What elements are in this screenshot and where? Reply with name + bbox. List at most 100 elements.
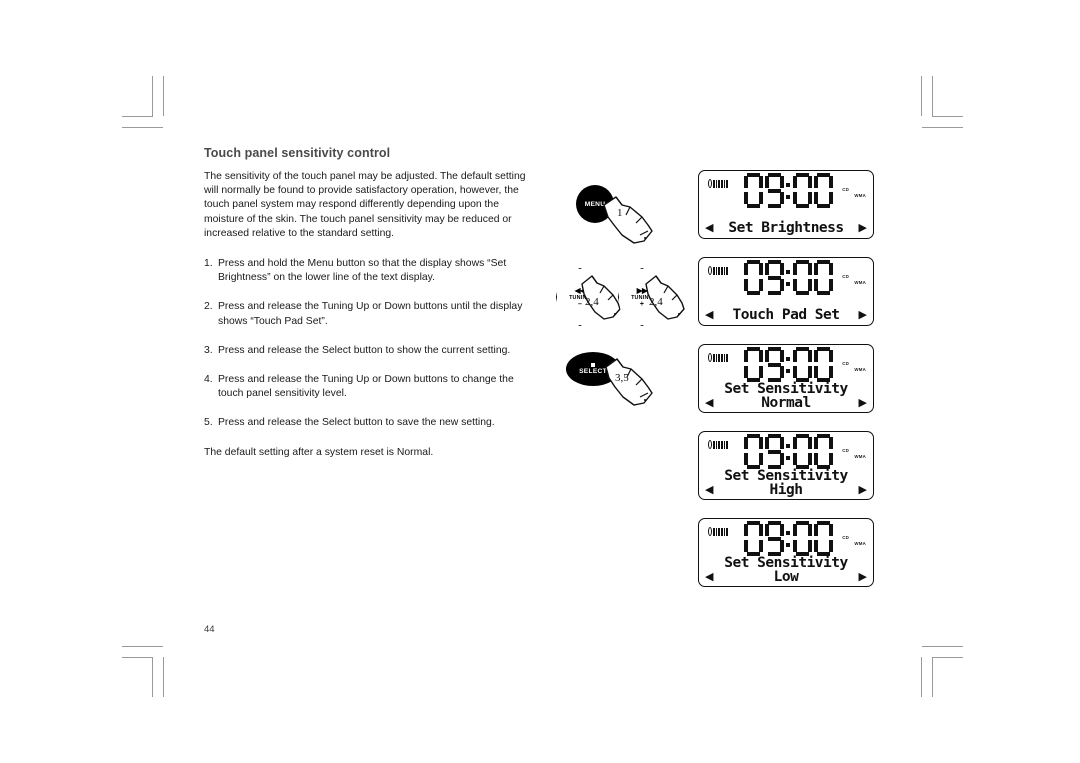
battery-icon	[708, 179, 729, 188]
crop-mark-line	[932, 657, 963, 658]
arrow-left-icon: ◀	[705, 484, 714, 496]
step-text: Press and release the Select button to s…	[218, 417, 495, 429]
arrow-right-icon: ▶	[858, 397, 867, 409]
crop-mark-line	[932, 657, 933, 697]
crop-mark-line	[152, 657, 153, 697]
lcd-text-line: ◀ Normal ▶	[704, 396, 868, 411]
page-number: 44	[204, 624, 215, 635]
wma-indicator: WMA	[854, 541, 866, 546]
stop-square-icon	[591, 363, 595, 367]
cd-indicator: CD	[842, 274, 849, 279]
lcd-panel: CD WMA Set Sensitivity ◀ Low ▶	[698, 518, 874, 587]
seg-digit-0	[793, 521, 812, 556]
arrow-right-icon: ▶	[858, 571, 867, 583]
crop-mark-line	[163, 76, 164, 116]
lcd-panel: CD WMA Set Sensitivity ◀ High ▶	[698, 431, 874, 500]
colon-icon	[785, 173, 792, 208]
arrow-left-icon: ◀	[705, 222, 714, 234]
seg-digit-0	[793, 434, 812, 469]
seg-digit-0	[814, 434, 833, 469]
seg-digit-0	[744, 260, 763, 295]
crop-mark-line	[122, 116, 153, 117]
tuning-down-step-label: 2,4	[585, 296, 599, 308]
page-title: Touch panel sensitivity control	[204, 146, 391, 160]
cd-indicator: CD	[842, 187, 849, 192]
lcd-text-area: Set Sensitivity ◀ High ▶	[699, 468, 873, 498]
arrow-right-icon: ▶	[858, 309, 867, 321]
seg-digit-0	[793, 260, 812, 295]
closing-note: The default setting after a system reset…	[204, 446, 434, 458]
step-item: 5. Press and release the Select button t…	[204, 416, 534, 430]
lcd-text-line: Set Sensitivity	[704, 381, 868, 396]
lcd-text-line: Set Sensitivity	[704, 555, 868, 570]
crop-mark-line	[932, 116, 963, 117]
arrow-left-icon: ◀	[705, 571, 714, 583]
step-number: 3.	[204, 344, 213, 356]
lcd-text-line: ◀ High ▶	[704, 483, 868, 498]
crop-mark-line	[922, 127, 963, 128]
step-text: Press and release the Tuning Up or Down …	[218, 301, 523, 327]
arrow-left-icon: ◀	[705, 309, 714, 321]
battery-icon	[708, 353, 729, 362]
lcd-text-line: ◀ Touch Pad Set ▶	[704, 308, 868, 323]
step-number: 4.	[204, 374, 213, 386]
crop-mark-line	[921, 657, 922, 697]
seg-digit-0	[814, 521, 833, 556]
step-number: 1.	[204, 258, 213, 270]
instruction-text-column: Touch panel sensitivity control The sens…	[204, 146, 534, 460]
step-number: 2.	[204, 301, 213, 313]
crop-mark-line	[921, 76, 922, 116]
step-item: 4. Press and release the Tuning Up or Do…	[204, 373, 534, 401]
select-step-label: 3,5	[615, 372, 629, 384]
seg-digit-9	[765, 434, 784, 469]
step-text: Press and release the Select button to s…	[218, 344, 511, 356]
lcd-panel: CD WMA Set Sensitivity ◀ Normal ▶	[698, 344, 874, 413]
lcd-top-row: CD WMA	[699, 258, 873, 298]
crop-mark-line	[922, 646, 963, 647]
step-text: Press and release the Tuning Up or Down …	[218, 374, 514, 400]
lcd-panel: CD WMA ◀ Touch Pad Set ▶	[698, 257, 874, 326]
wma-indicator: WMA	[854, 367, 866, 372]
arrow-right-icon: ▶	[858, 484, 867, 496]
pointing-hand-icon	[605, 358, 653, 406]
seg-digit-9	[765, 173, 784, 208]
lcd-text-area: ◀ Touch Pad Set ▶	[699, 308, 873, 323]
lcd-value-text: High	[769, 482, 803, 498]
battery-icon	[708, 527, 729, 536]
lcd-value-text: Low	[773, 569, 799, 585]
lcd-line-text: Set Brightness	[728, 220, 844, 236]
seg-digit-9	[765, 521, 784, 556]
lcd-text-area: Set Sensitivity ◀ Low ▶	[699, 555, 873, 585]
intro-paragraph: The sensitivity of the touch panel may b…	[204, 171, 526, 239]
tuning-up-step-label: 2,4	[649, 296, 663, 308]
seg-digit-0	[744, 521, 763, 556]
step-item: 3. Press and release the Select button t…	[204, 344, 534, 358]
wma-indicator: WMA	[854, 454, 866, 459]
lcd-display-stack: CD WMA ◀ Set Brightness ▶ CD WMA ◀ Touch…	[698, 170, 874, 605]
lcd-top-row: CD WMA	[699, 345, 873, 385]
battery-icon	[708, 266, 729, 275]
lcd-line-text: Touch Pad Set	[732, 307, 841, 323]
lcd-top-row: CD WMA	[699, 432, 873, 472]
wma-indicator: WMA	[854, 193, 866, 198]
lcd-text-line: Set Sensitivity	[704, 468, 868, 483]
menu-step-label: 1	[617, 207, 623, 219]
crop-mark-line	[122, 646, 163, 647]
colon-icon	[785, 521, 792, 556]
lcd-panel: CD WMA ◀ Set Brightness ▶	[698, 170, 874, 239]
lcd-text-line: ◀ Set Brightness ▶	[704, 221, 868, 236]
seg-digit-0	[744, 347, 763, 382]
lcd-text-line: ◀ Low ▶	[704, 570, 868, 585]
step-text: Press and hold the Menu button so that t…	[218, 258, 507, 284]
lcd-clock	[743, 434, 834, 469]
lcd-value-text: Normal	[761, 395, 811, 411]
lcd-clock	[743, 521, 834, 556]
wma-indicator: WMA	[854, 280, 866, 285]
lcd-text-area: Set Sensitivity ◀ Normal ▶	[699, 381, 873, 411]
lcd-clock	[743, 260, 834, 295]
cd-indicator: CD	[842, 361, 849, 366]
pointing-hand-icon	[603, 196, 653, 244]
crop-mark-line	[122, 127, 163, 128]
seg-digit-9	[765, 260, 784, 295]
seg-digit-0	[814, 260, 833, 295]
